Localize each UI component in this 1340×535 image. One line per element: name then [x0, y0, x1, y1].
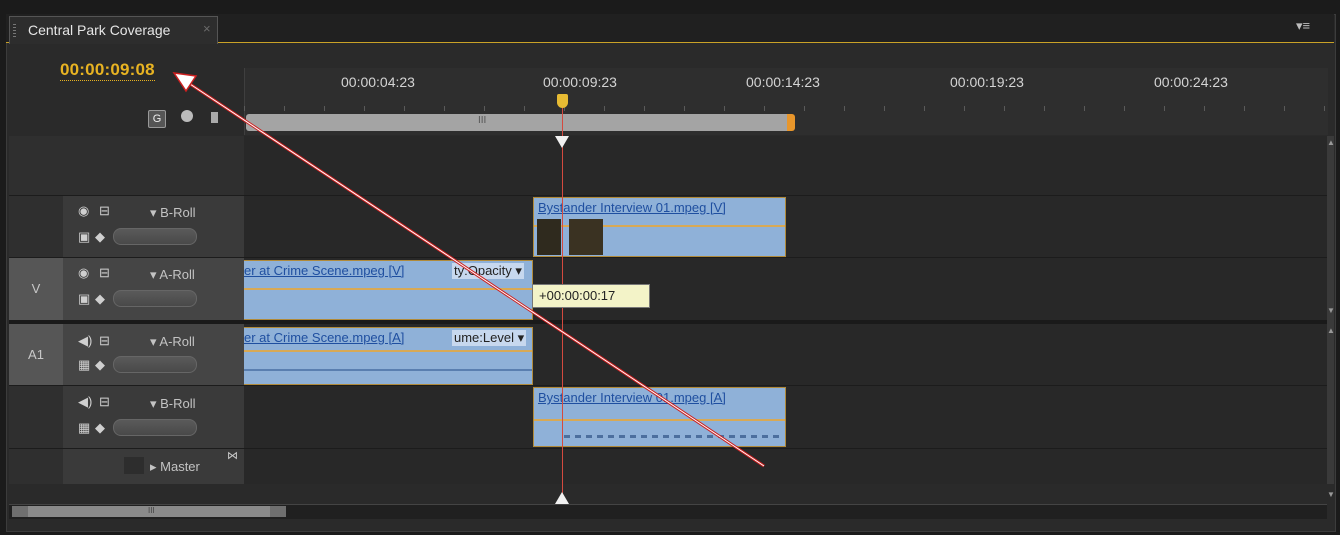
annotation-arrowhead: [172, 72, 198, 93]
annotation-arrow-highlight: [189, 83, 765, 467]
annotation-arrow: [172, 72, 765, 468]
